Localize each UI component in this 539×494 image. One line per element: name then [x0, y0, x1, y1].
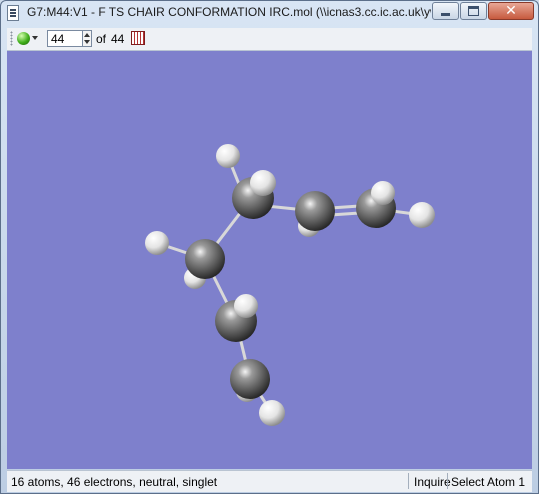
of-label: of: [96, 32, 107, 46]
minimize-button[interactable]: [432, 2, 459, 20]
carbon-atom[interactable]: [185, 239, 225, 279]
frame-spinner[interactable]: [83, 30, 92, 47]
spin-down-icon[interactable]: [84, 40, 90, 44]
hydrogen-atom[interactable]: [234, 294, 258, 318]
hydrogen-atom[interactable]: [145, 231, 169, 255]
close-icon: ✕: [505, 3, 517, 19]
toolbar-grip-icon[interactable]: [10, 31, 13, 46]
molecule-summary: 16 atoms, 46 electrons, neutral, singlet: [11, 475, 218, 489]
hydrogen-atom[interactable]: [409, 202, 435, 228]
total-frames-label: 44: [111, 32, 125, 46]
action-label: Select Atom 1: [451, 475, 526, 489]
maximize-icon: [461, 3, 486, 19]
title-bar[interactable]: G7:M44:V1 - F TS CHAIR CONFORMATION IRC.…: [1, 1, 538, 28]
close-button[interactable]: ✕: [488, 2, 534, 20]
gaussview-window: G7:M44:V1 - F TS CHAIR CONFORMATION IRC.…: [0, 0, 539, 494]
hydrogen-atom[interactable]: [216, 144, 240, 168]
carbon-atom[interactable]: [295, 191, 335, 231]
atom-color-ball-icon[interactable]: [17, 32, 30, 45]
window-title: G7:M44:V1 - F TS CHAIR CONFORMATION IRC.…: [27, 5, 431, 19]
document-icon[interactable]: [7, 5, 19, 21]
mode-label: Inquire: [414, 475, 451, 489]
status-bar: 16 atoms, 46 electrons, neutral, singlet…: [7, 470, 532, 492]
frame-number-input[interactable]: [47, 30, 83, 47]
status-divider: [447, 473, 448, 489]
molecule-viewport[interactable]: [7, 51, 532, 469]
animation-toolbar: of 44: [7, 28, 532, 51]
minimize-icon: [433, 3, 458, 19]
spin-up-icon[interactable]: [84, 33, 90, 37]
ball-dropdown-arrow-icon[interactable]: [32, 36, 38, 40]
hydrogen-atom[interactable]: [259, 400, 285, 426]
hydrogen-atom[interactable]: [250, 170, 276, 196]
animation-film-icon[interactable]: [131, 31, 145, 45]
status-divider: [408, 473, 409, 489]
molecule-3d-view[interactable]: [7, 51, 532, 469]
atoms: [145, 144, 435, 426]
maximize-button[interactable]: [460, 2, 487, 20]
hydrogen-atom[interactable]: [371, 181, 395, 205]
carbon-atom[interactable]: [230, 359, 270, 399]
